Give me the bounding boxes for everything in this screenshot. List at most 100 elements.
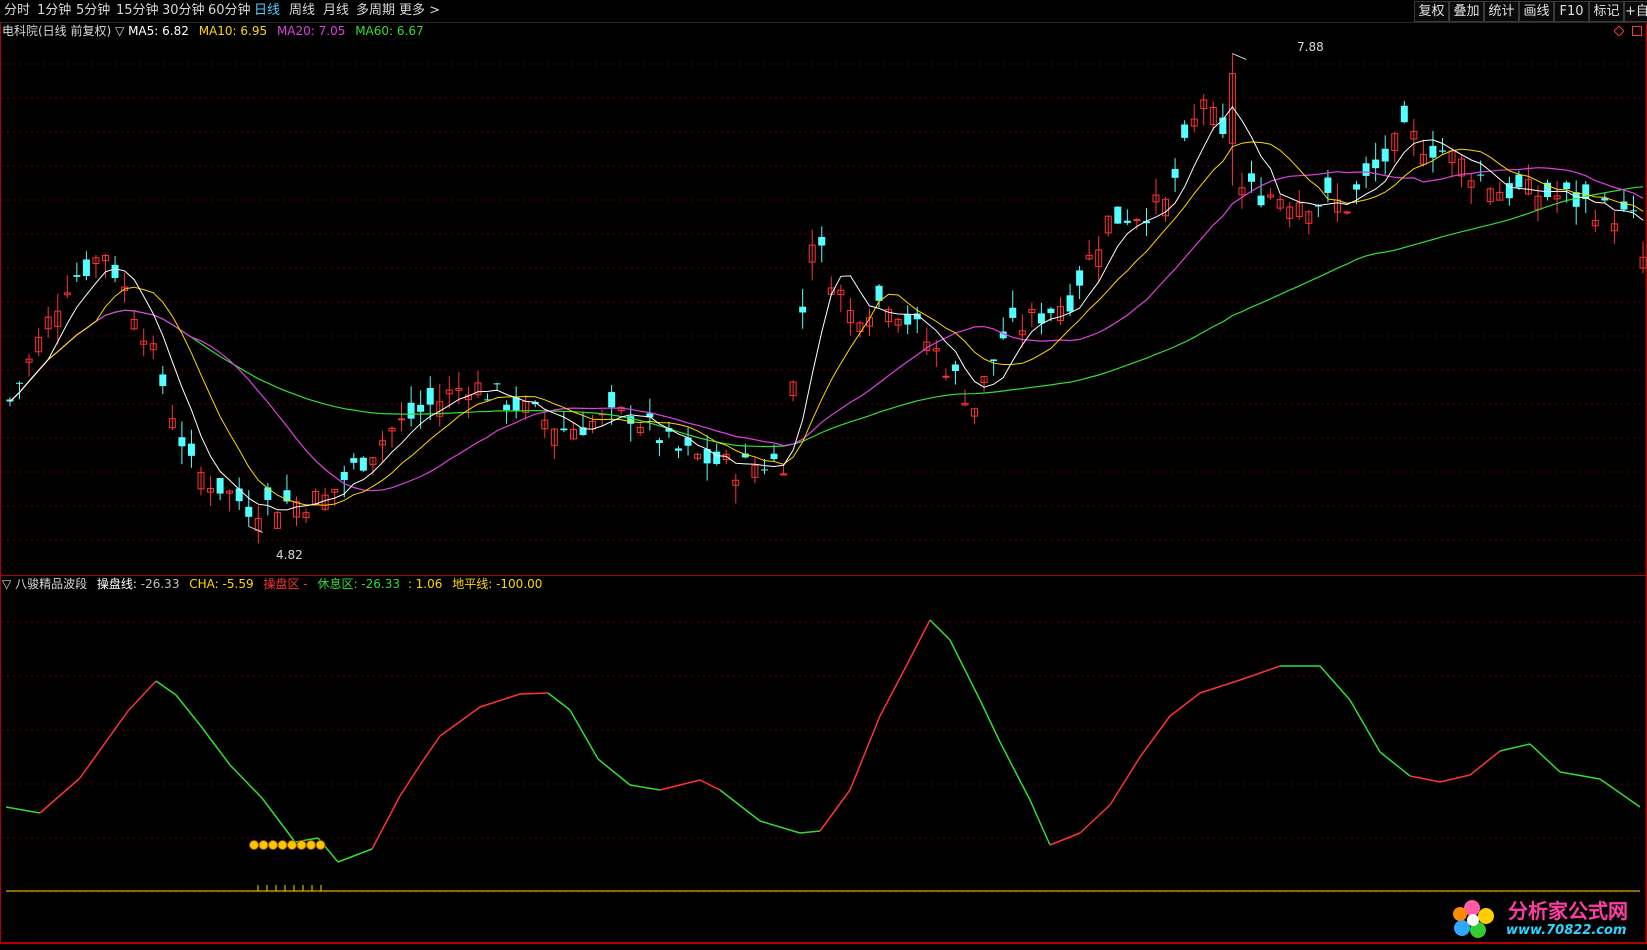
- diamond-icon[interactable]: [1614, 26, 1624, 36]
- indicator-line-segment: [519, 692, 549, 695]
- candle-body-down: [426, 387, 434, 405]
- cpq-value: -: [303, 577, 308, 591]
- ma-toggle-icon[interactable]: ▽: [115, 24, 124, 38]
- candle-body-down: [359, 457, 367, 471]
- ma60-line: [9, 186, 1644, 448]
- period-tab-more[interactable]: 更多 >: [399, 2, 440, 20]
- indicator-line-segment: [229, 764, 263, 799]
- period-tab-monthly[interactable]: 月线: [323, 2, 349, 20]
- candle-body-down: [187, 443, 195, 456]
- indicator-line-segment: [1169, 692, 1201, 717]
- candle-body-down: [760, 469, 768, 471]
- fuquan-button[interactable]: 复权: [1414, 1, 1449, 22]
- gold-coin-icon: [315, 840, 326, 850]
- indicator-line-segment: [1319, 665, 1351, 701]
- candle-body-down: [1181, 124, 1189, 138]
- indicator-line-segment: [1109, 756, 1141, 806]
- ma10-label: MA10: 6.95: [198, 24, 268, 38]
- statistics-button[interactable]: 统计: [1484, 1, 1519, 22]
- xxq-value: -26.33: [361, 577, 400, 591]
- period-tab-fenshi[interactable]: 分时: [4, 2, 30, 20]
- period-tab-60min[interactable]: 60分钟: [208, 2, 251, 20]
- period-tab-multi[interactable]: 多周期: [356, 2, 395, 20]
- indicator-line-segment: [1409, 775, 1441, 783]
- date-axis: [0, 943, 1647, 950]
- indicator-line-segment: [155, 680, 177, 696]
- candle-body-down: [216, 478, 224, 494]
- candle-body-down: [1257, 195, 1265, 206]
- candle-body-down: [1066, 295, 1074, 312]
- candle-body-down: [1037, 313, 1045, 324]
- xxq-label: 休息区:: [317, 577, 362, 591]
- candle-body-down: [799, 306, 807, 313]
- candle-body-down: [1353, 184, 1361, 190]
- indicator-line-segment: [1049, 832, 1081, 846]
- mark-button[interactable]: 标记: [1589, 1, 1624, 22]
- ma5-line: [9, 105, 1644, 511]
- candle-body-down: [951, 364, 959, 372]
- period-tab-1min[interactable]: 1分钟: [37, 2, 71, 20]
- indicator-line-segment: [199, 724, 231, 766]
- candle-body-up: [942, 375, 950, 378]
- candle-body-down: [16, 382, 24, 384]
- low-price-label: 4.82: [276, 548, 303, 562]
- indicator-line-segment: [5, 806, 41, 814]
- watermark-title: 分析家公式网: [1508, 899, 1628, 923]
- candle-body-down: [560, 428, 568, 431]
- gold-coin-icon: [296, 840, 307, 850]
- indicator-line-segment: [849, 715, 881, 791]
- indicator-line-segment: [719, 789, 761, 822]
- candle-body-down: [770, 453, 778, 460]
- candle-body-down: [1515, 174, 1523, 188]
- indicator-line-segment: [479, 693, 521, 708]
- custom-button[interactable]: +自: [1624, 1, 1647, 22]
- period-tab-30min[interactable]: 30分钟: [162, 2, 205, 20]
- indicator-toggle-icon[interactable]: ▽: [2, 577, 11, 591]
- candle-body-down: [1009, 307, 1017, 318]
- indicator-line-segment: [597, 758, 631, 786]
- candle-body-down: [1076, 270, 1084, 286]
- period-tab-weekly[interactable]: 周线: [289, 2, 315, 20]
- indicator-line-segment: [999, 741, 1031, 801]
- candle-body-down: [1123, 220, 1131, 223]
- ma60-label: MA60: 6.67: [355, 24, 424, 38]
- indicator-line-segment: [949, 639, 981, 701]
- indicator-panel-border: [0, 575, 1647, 943]
- indicator-line-segment: [879, 677, 901, 717]
- indicator-title: ▽ 八骏精品波段 操盘线: -26.33 CHA: -5.59 操盘区 - 休息…: [2, 577, 542, 591]
- indicator-line-segment: [1239, 665, 1281, 681]
- candle-body-down: [655, 440, 663, 444]
- f10-button[interactable]: F10: [1554, 1, 1589, 22]
- cha-label: CHA:: [189, 577, 223, 591]
- gold-coin-icon: [306, 840, 316, 850]
- square-icon[interactable]: [1632, 26, 1642, 36]
- gold-coin-icon: [249, 840, 259, 850]
- chart-canvas[interactable]: [0, 0, 1647, 950]
- candle-body-down: [159, 374, 167, 386]
- gold-coin-icon: [258, 840, 269, 850]
- high-pointer: [1232, 53, 1247, 61]
- indicator-line-segment: [261, 797, 296, 843]
- indicator-line-segment: [1559, 771, 1601, 780]
- candle-body-down: [512, 397, 520, 412]
- indicator-line-segment: [1599, 778, 1641, 808]
- period-tab-5min[interactable]: 5分钟: [76, 2, 110, 20]
- indicator-line-segment: [79, 710, 129, 779]
- candle-body-up: [398, 418, 406, 421]
- indicator-line-segment: [547, 692, 571, 711]
- period-tab-daily[interactable]: 日线: [254, 2, 280, 20]
- cpx-label: 操盘线:: [96, 577, 141, 591]
- indicator-line-segment: [699, 779, 721, 791]
- draw-line-button[interactable]: 画线: [1519, 1, 1554, 22]
- overlay-button[interactable]: 叠加: [1449, 1, 1484, 22]
- ma10-line: [9, 141, 1644, 506]
- main-panel-border: [0, 22, 1647, 576]
- candle-body-down: [1429, 145, 1437, 158]
- indicator-line-segment: [899, 619, 931, 679]
- candle-body-down: [1372, 159, 1380, 169]
- indicator-line-segment: [659, 779, 701, 791]
- candle-body-down: [264, 487, 272, 500]
- ma20-line: [9, 167, 1644, 492]
- candle-body-down: [1477, 174, 1485, 176]
- period-tab-15min[interactable]: 15分钟: [116, 2, 159, 20]
